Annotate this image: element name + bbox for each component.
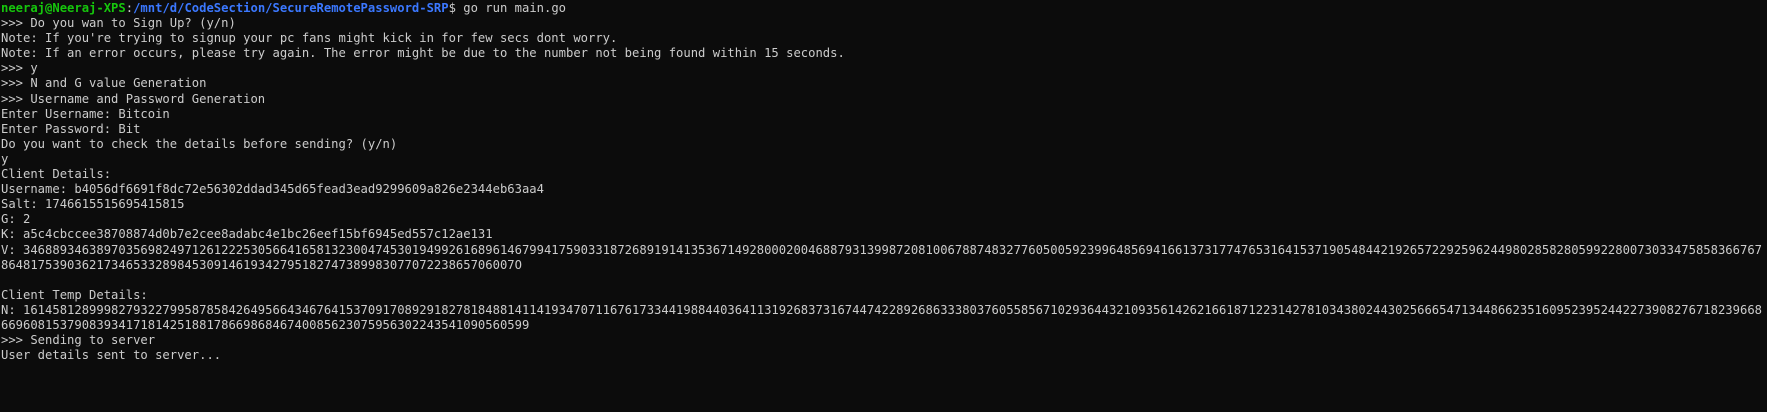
terminal-window[interactable]: neeraj@Neeraj-XPS:/mnt/d/CodeSection/Sec…: [0, 0, 1767, 412]
output-line: >>> Sending to server: [1, 333, 156, 348]
output-line: Do you want to check the details before …: [1, 136, 398, 151]
output-line: >>> Do you wan to Sign Up? (y/n): [1, 16, 236, 31]
output-line: >>> y: [1, 61, 38, 76]
output-line: K: a5c4cbccee38708874d0b7e2cee8adabc4e1b…: [1, 227, 493, 242]
output-line: User details sent to server...: [1, 348, 222, 363]
output-line: Client Temp Details:: [1, 287, 148, 302]
output-line: G: 2: [1, 212, 31, 227]
output-line: Salt: 1746615515695415815: [1, 197, 185, 212]
output-line: Client Details:: [1, 167, 112, 182]
output-line-verifier: V: 3468893463897035698249712612225305664…: [1, 242, 1762, 272]
output-line-modulus: N: 1614581289998279322799587858426495664…: [1, 302, 1762, 332]
output-line: >>> N and G value Generation: [1, 76, 207, 91]
prompt-path: /mnt/d/CodeSection/SecureRemotePassword-…: [133, 1, 449, 15]
prompt-separator: :: [125, 1, 134, 15]
output-line: >>> Username and Password Generation: [1, 91, 266, 106]
output-line: Enter Password: Bit: [1, 121, 141, 136]
prompt-symbol: $: [448, 1, 456, 15]
output-line: Note: If an error occurs, please try aga…: [1, 46, 845, 61]
prompt-command: go run main.go: [455, 1, 567, 15]
output-line: Note: If you're trying to signup your pc…: [1, 31, 618, 46]
output-line-blank: [1, 273, 1767, 288]
output-line: y: [1, 151, 9, 166]
output-line: Enter Username: Bitcoin: [1, 106, 170, 121]
output-line: Username: b4056df6691f8dc72e56302ddad345…: [1, 182, 544, 197]
prompt-user-host: neeraj@Neeraj-XPS: [1, 1, 126, 15]
prompt-line: neeraj@Neeraj-XPS:/mnt/d/CodeSection/Sec…: [1, 1, 1767, 16]
